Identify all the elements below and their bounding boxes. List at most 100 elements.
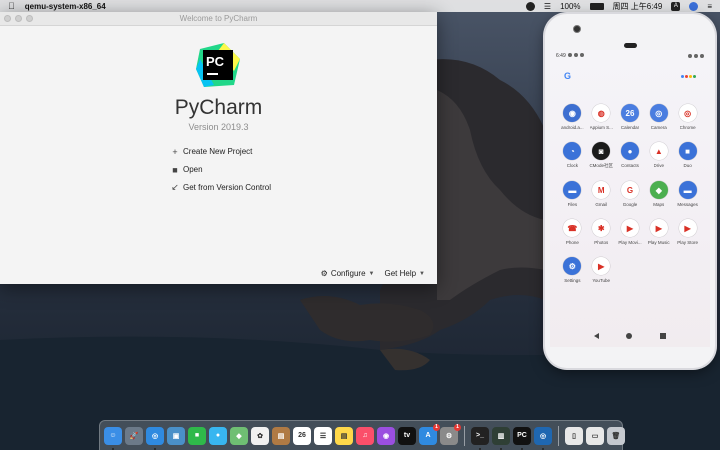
maps-icon[interactable]: ◆ [230,426,248,445]
chevron-down-icon: ▼ [419,270,425,277]
app-icon-appium-s[interactable]: ◍ Appium S... [587,104,616,130]
launchpad-icon[interactable]: 🚀 [125,426,143,445]
tv-icon[interactable]: tv [398,426,416,445]
active-app-name[interactable]: qemu-system-x86_64 [25,2,106,11]
vcs-arrow-icon: ↙ [171,182,179,192]
calendar-icon[interactable]: 26 [293,426,311,445]
android-status-bar: 6:49 [550,50,710,62]
app-glyph-icon: ▶ [620,219,639,237]
front-camera-icon [573,25,581,33]
app-label: Appium S... [589,125,613,130]
open-label: Open [183,165,203,174]
app-icon-play-music[interactable]: ▶ Play Music [644,219,673,245]
minimize-button[interactable] [15,15,22,22]
app-icon-chrome[interactable]: ◎ Chrome [673,104,702,130]
finder-icon[interactable]: ☺ [104,426,122,450]
terminal-icon[interactable]: >_ [471,426,489,450]
trash-icon[interactable]: 🗑 [607,426,625,445]
app-label: Play Music [647,240,670,245]
app-label: Camera [650,125,667,130]
recents-icon[interactable] [660,333,667,339]
clock[interactable]: 周四 上午6:49 [613,1,663,12]
pycharm-welcome-window: Welcome to PyCharm PC PyCharm Version 20… [0,12,437,284]
app-icon-youtube[interactable]: ▶ YouTube [587,257,616,283]
app-glyph-icon: ✱ [592,219,611,237]
get-help-label: Get Help [384,269,417,278]
open-action[interactable]: ■ Open [171,165,203,175]
dock-glyph: ▤ [277,432,285,440]
dock-glyph: A [425,432,431,439]
google-search-bar[interactable]: G [564,70,696,82]
get-from-vcs-action[interactable]: ↙ Get from Version Control [171,182,272,192]
music-icon[interactable]: ♫ [356,426,374,445]
app-glyph-icon: ▬ [563,181,582,199]
home-icon[interactable] [626,333,633,339]
app-store-icon[interactable]: A1 [419,423,440,445]
window-controls [4,15,33,22]
window-titlebar: Welcome to PyCharm [0,12,437,26]
app-icon-contacts[interactable]: ● Contacts [616,142,645,169]
wifi-icon[interactable]: ☰ [544,2,551,11]
configure-menu-button[interactable]: ⚙ Configure ▼ [321,269,375,278]
qemu-icon[interactable]: ◎ [534,426,552,450]
dock-glyph: ■ [194,432,200,439]
app-icon-drive[interactable]: ▲ Drive [644,142,673,169]
app-icon-play-store[interactable]: ▶ Play Store [673,219,702,245]
podcasts-icon[interactable]: ◉ [377,426,395,445]
google-icon[interactable]: G [564,71,571,81]
app-icon-google[interactable]: G Google [616,181,645,207]
app-icon-maps[interactable]: ◆ Maps [644,181,673,207]
app-icon-files[interactable]: ▬ Files [558,181,587,207]
system-preferences-icon[interactable]: ⚙ 1 [440,423,461,445]
app-icon-duo[interactable]: ■ Duo [673,142,702,169]
get-help-menu-button[interactable]: Get Help ▼ [384,269,425,278]
app-icon-cmode[interactable]: ◙ CMode社区 [587,142,616,169]
android-studio-emulator-icon[interactable]: ▥ [492,426,510,450]
notification-icon [573,53,578,57]
create-new-project-action[interactable]: + Create New Project [171,147,253,157]
facetime-icon[interactable]: ■ [188,426,206,445]
app-icon-camera[interactable]: ◎ Camera [644,104,673,130]
user-icon[interactable] [689,1,699,11]
pycharm-icon[interactable]: PC [513,426,531,450]
battery-percent[interactable]: 100% [560,2,580,11]
input-source-icon[interactable]: A [671,1,681,11]
zoom-button[interactable] [26,15,33,22]
app-icon-android-a[interactable]: ◉ android.a... [558,104,587,130]
dock-glyph: ☺ [109,432,117,439]
dock-glyph: >_ [476,432,484,439]
photos-icon[interactable]: ✿ [251,426,269,445]
app-icon-settings[interactable]: ⚙ Settings [558,257,587,283]
dock-glyph: ▥ [497,432,505,440]
assistant-icon[interactable] [681,74,696,78]
document-icon[interactable]: ▯ [565,426,583,445]
notes-icon[interactable]: ▤ [335,426,353,445]
preview-icon[interactable]: ▣ [167,426,185,445]
messages-icon[interactable]: ● [209,426,227,445]
wifi-icon [688,54,692,58]
app-icon-gmail[interactable]: M Gmail [587,181,616,207]
create-new-project-label: Create New Project [183,147,253,156]
safari-icon[interactable]: ◎ [146,426,164,450]
app-icon-play-movi[interactable]: ▶ Play Movi... [616,219,645,245]
app-icon-photos[interactable]: ✱ Photos [587,219,616,245]
app-icon-messages[interactable]: ▬ Messages [673,181,702,207]
close-button[interactable] [4,15,11,22]
menu-list-icon[interactable]: ≡ [707,2,712,11]
screenshot-icon[interactable]: ▭ [586,426,604,445]
get-from-vcs-label: Get from Version Control [183,183,272,192]
android-screen[interactable]: 6:49 G ◉ android.a... ◍ Appium S... 26 Calend… [550,50,710,347]
back-icon[interactable] [593,333,599,339]
dock: ☺ 🚀 ◎ ▣ ■ ● ◆ ✿ ▤ 26 ☰ ▤ ♫ ◉ tv A 1 ⚙ 1 >_ ▥ PC ◎ ▯ ▭ 🗑 [99,420,625,450]
notes-app-icon[interactable]: ▤ [272,426,290,445]
dock-glyph: 🗑 [611,432,621,440]
app-icon-calendar[interactable]: 26 Calendar [616,104,645,130]
status-circle-icon[interactable] [525,1,535,11]
reminders-icon[interactable]: ☰ [314,426,332,445]
app-icon-clock[interactable]: ◔ Clock [558,142,587,169]
menu-bar:  qemu-system-x86_64 ☰ 100% 周四 上午6:49 A … [0,0,720,12]
app-icon-phone[interactable]: ☎ Phone [558,219,587,245]
battery-icon[interactable] [589,2,604,10]
apple-menu-icon[interactable]:  [8,1,15,11]
app-glyph-icon: ◎ [649,104,668,122]
